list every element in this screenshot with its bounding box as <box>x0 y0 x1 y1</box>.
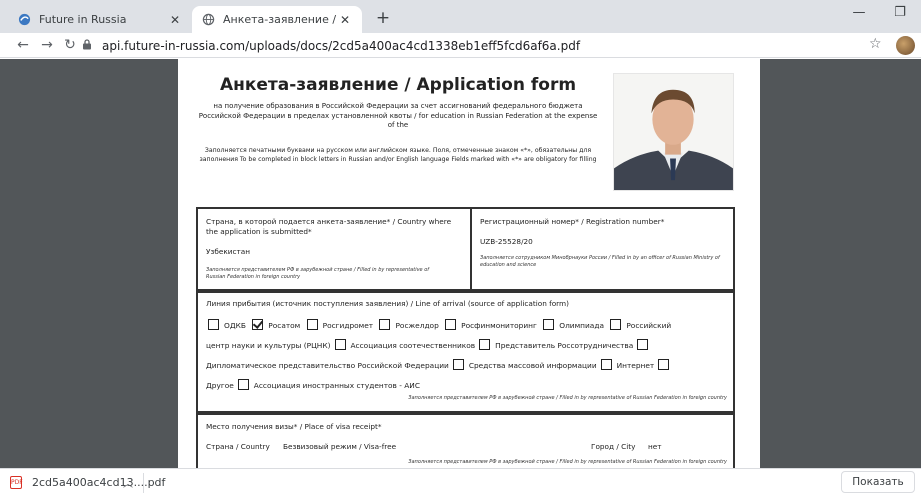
checkbox-roszheldor[interactable] <box>379 319 391 330</box>
checkbox-odkb[interactable] <box>208 319 219 330</box>
show-all-downloads-button[interactable]: Показать все <box>841 471 915 493</box>
visa-country-label: Страна / Country <box>206 442 270 451</box>
option-label: ОДКБ <box>224 321 246 330</box>
checkbox-foreign-students-association[interactable] <box>237 379 249 390</box>
country-label: Страна, в которой подается анкета-заявле… <box>206 217 452 236</box>
country-value: Узбекистан <box>206 247 250 256</box>
pdf-page: Анкета-заявление / Application form на п… <box>178 59 760 468</box>
option-label: Росатом <box>268 321 301 330</box>
back-arrow-icon[interactable]: ← <box>14 36 32 54</box>
pdf-viewer[interactable]: Анкета-заявление / Application form на п… <box>0 59 921 468</box>
option-label: Средства массовой информации <box>468 361 597 370</box>
registration-number-label: Регистрационный номер* / Registration nu… <box>480 217 665 226</box>
forward-arrow-icon[interactable]: → <box>38 36 56 54</box>
maximize-button[interactable]: ❐ <box>889 5 911 20</box>
globe-icon <box>202 13 215 26</box>
checkbox-mass-media[interactable] <box>452 359 464 370</box>
address-bar[interactable]: api.future-in-russia.com/uploads/docs/2c… <box>82 35 822 56</box>
checkbox-rosfinmonitoring[interactable] <box>445 319 457 330</box>
applicant-photo <box>613 73 734 191</box>
checkbox-diplomatic-mission[interactable] <box>637 339 649 350</box>
checkbox-rossotrudnichestvo[interactable] <box>479 339 491 350</box>
tab-future-in-russia[interactable]: Future in Russia ✕ <box>8 6 192 33</box>
option-label: Ассоциация соотечественников <box>350 341 476 350</box>
download-file-name[interactable]: 2cd5a400ac4cd13....pdf <box>32 476 165 489</box>
document-subtitle: на получение образования в Российской Фе… <box>198 102 598 129</box>
checkbox-other[interactable] <box>658 359 670 370</box>
option-label: Олимпиада <box>559 321 604 330</box>
checkbox-internet[interactable] <box>600 359 612 370</box>
checkbox-olympiad[interactable] <box>543 319 555 330</box>
new-tab-button[interactable]: + <box>372 7 394 29</box>
document-note: Заполняется печатными буквами на русском… <box>199 147 597 163</box>
visa-receipt-section: Место получения визы* / Place of visa re… <box>196 411 735 468</box>
download-shelf: PDF 2cd5a400ac4cd13....pdf ︿ Показать вс… <box>0 468 921 495</box>
option-label: Росфинмониторинг <box>461 321 537 330</box>
checkbox-rcsc[interactable] <box>610 319 622 330</box>
option-label: Представитель Россотрудничества <box>495 341 634 350</box>
checkbox-rosgidromet[interactable] <box>306 319 318 330</box>
minimize-button[interactable]: — <box>848 5 870 20</box>
options-row-3: Дипломатическое представительство Россий… <box>206 359 674 370</box>
tab-title: Future in Russia <box>39 13 127 26</box>
tab-close-icon[interactable]: ✕ <box>338 13 352 27</box>
shelf-divider <box>143 473 144 493</box>
option-label: Ассоциация иностранных студентов - АИС <box>253 381 420 390</box>
line-of-arrival-hint: Заполняется представителем РФ в зарубежн… <box>408 395 727 401</box>
pdf-file-icon: PDF <box>10 476 23 489</box>
tab-title: Анкета-заявление / Application <box>223 13 338 26</box>
option-label: Росжелдор <box>395 321 439 330</box>
visa-receipt-label: Место получения визы* / Place of visa re… <box>206 422 382 431</box>
option-label: Дипломатическое представительство Россий… <box>206 361 449 370</box>
tab-close-icon[interactable]: ✕ <box>168 13 182 27</box>
checkbox-compatriots-association[interactable] <box>334 339 346 350</box>
options-row-4: Другое Ассоциация иностранных студентов -… <box>206 379 420 390</box>
visa-country-value: Безвизовый режим / Visa-free <box>283 442 397 451</box>
future-in-russia-favicon-icon <box>18 13 31 26</box>
option-label: Российский <box>626 321 672 330</box>
visa-receipt-hint: Заполняется представителем РФ в зарубежн… <box>408 459 727 465</box>
section-divider <box>470 209 472 291</box>
document-title: Анкета-заявление / Application form <box>219 75 577 95</box>
registration-number-value: UZB-25528/20 <box>480 237 533 246</box>
url-text: api.future-in-russia.com/uploads/docs/2c… <box>102 38 581 53</box>
tab-application-form[interactable]: Анкета-заявление / Application ✕ <box>192 6 362 33</box>
option-label: Другое <box>206 381 234 390</box>
line-of-arrival-label: Линия прибытия (источник поступления зая… <box>206 299 569 308</box>
option-label: Интернет <box>616 361 655 370</box>
lock-icon <box>82 38 96 53</box>
visa-city-label: Город / City <box>591 442 636 451</box>
checkbox-rosatom[interactable] <box>252 319 264 330</box>
options-row-1: ОДКБ Росатом Росгидромет Росжелдор Росфи… <box>204 319 671 330</box>
reload-icon[interactable]: ↻ <box>61 36 79 54</box>
country-hint: Заполняется представителем РФ в зарубежн… <box>206 267 430 280</box>
country-registration-section: Страна, в которой подается анкета-заявле… <box>196 207 735 293</box>
bookmark-star-icon[interactable]: ☆ <box>869 36 882 52</box>
visa-city-value: нет <box>648 442 662 451</box>
browser-toolbar: ← → ↻ api.future-in-russia.com/uploads/d… <box>0 33 921 58</box>
option-label: Росгидромет <box>322 321 374 330</box>
chevron-up-icon[interactable]: ︿ <box>123 475 133 490</box>
profile-avatar[interactable] <box>896 36 915 55</box>
tab-strip: Future in Russia ✕ Анкета-заявление / Ap… <box>0 0 921 33</box>
registration-number-hint: Заполняется сотрудником Минобрнауки Росс… <box>480 255 720 268</box>
options-row-2: центр науки и культуры (РЦНК) Ассоциация … <box>206 339 653 350</box>
option-label: центр науки и культуры (РЦНК) <box>206 341 331 350</box>
line-of-arrival-section: Линия прибытия (источник поступления зая… <box>196 289 735 415</box>
